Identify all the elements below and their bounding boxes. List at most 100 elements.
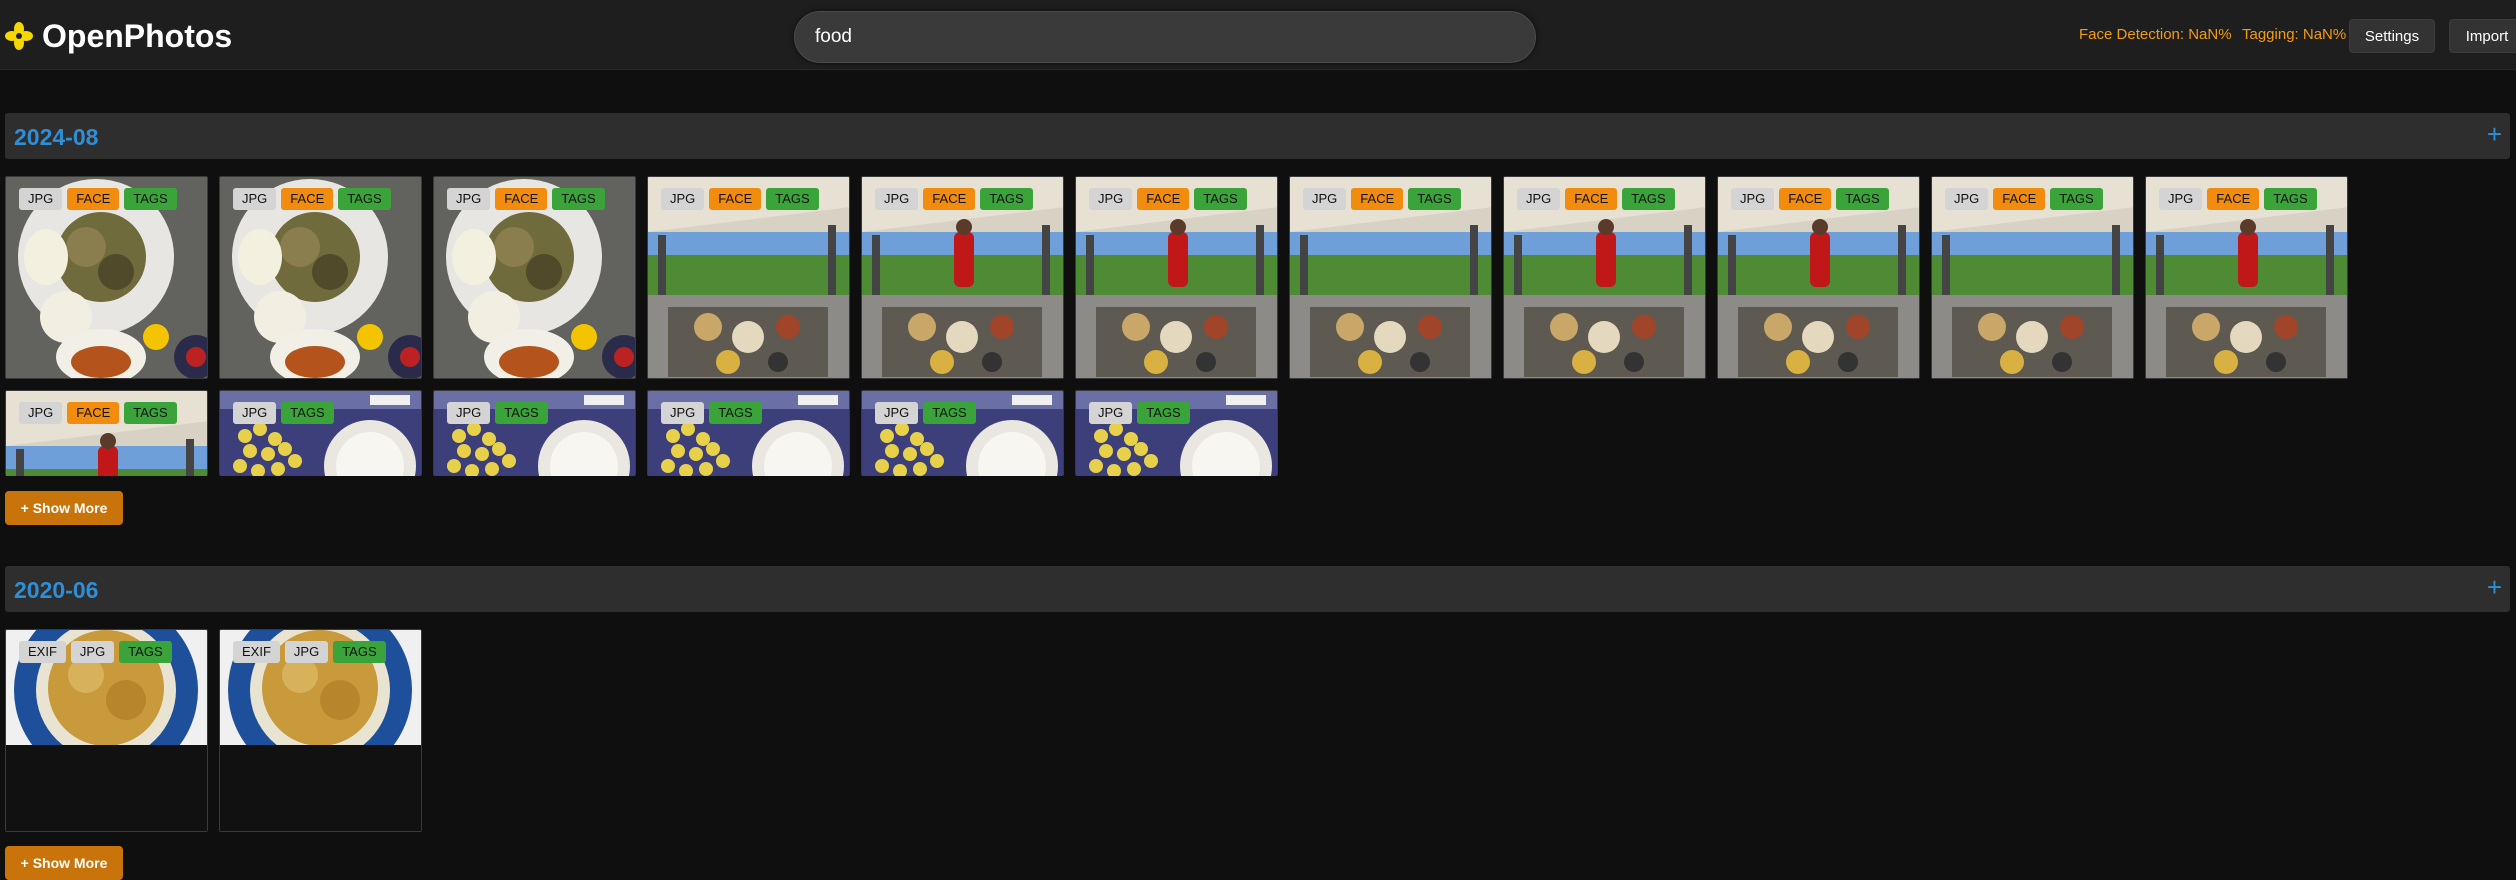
face-badge: FACE	[1565, 188, 1618, 210]
photo-badges: JPG FACE TAGS	[447, 188, 605, 210]
search-input[interactable]	[794, 11, 1536, 63]
jpg-badge: JPG	[1731, 188, 1775, 210]
app-title: OpenPhotos	[42, 17, 233, 54]
top-bar: OpenPhotos Face Detection: NaN% Tagging:…	[0, 0, 2516, 70]
logo-icon	[5, 22, 33, 50]
jpg-badge: JPG	[661, 402, 705, 424]
photo-thumbnail[interactable]: JPG TAGS	[647, 390, 850, 476]
face-badge: FACE	[923, 188, 976, 210]
jpg-badge: JPG	[1945, 188, 1989, 210]
section-title: 2020-06	[14, 577, 99, 603]
section-header-2024-08[interactable]: 2024-08 +	[5, 113, 2510, 159]
face-badge: FACE	[1137, 188, 1190, 210]
photo-badges: JPG TAGS	[233, 402, 334, 424]
jpg-badge: JPG	[233, 402, 277, 424]
photo-badges: JPG FACE TAGS	[233, 188, 391, 210]
photo-thumbnail[interactable]: EXIF JPG TAGS	[5, 629, 208, 832]
jpg-badge: JPG	[875, 188, 919, 210]
import-button[interactable]: Import	[2449, 19, 2516, 53]
face-badge: FACE	[495, 188, 548, 210]
photo-thumbnail[interactable]: JPG FACE TAGS	[5, 176, 208, 379]
tags-badge: TAGS	[1194, 188, 1247, 210]
expand-section-icon[interactable]: +	[2487, 121, 2502, 147]
jpg-badge: JPG	[875, 402, 919, 424]
photo-badges: JPG FACE TAGS	[1089, 188, 1247, 210]
jpg-badge: JPG	[1089, 402, 1133, 424]
face-badge: FACE	[67, 188, 120, 210]
jpg-badge: JPG	[1303, 188, 1347, 210]
photo-thumbnail[interactable]: JPG FACE TAGS	[219, 176, 422, 379]
jpg-badge: JPG	[2159, 188, 2203, 210]
tags-badge: TAGS	[1836, 188, 1889, 210]
settings-button[interactable]: Settings	[2349, 19, 2435, 53]
jpg-badge: JPG	[447, 402, 491, 424]
photo-badges: JPG TAGS	[661, 402, 762, 424]
photo-thumbnail[interactable]: JPG FACE TAGS	[647, 176, 850, 379]
photo-thumbnail[interactable]: JPG FACE TAGS	[861, 176, 1064, 379]
tags-badge: TAGS	[119, 641, 172, 663]
photo-thumbnail[interactable]: JPG TAGS	[861, 390, 1064, 476]
section-header-2020-06[interactable]: 2020-06 +	[5, 566, 2510, 612]
jpg-badge: JPG	[661, 188, 705, 210]
tags-badge: TAGS	[980, 188, 1033, 210]
tags-badge: TAGS	[1622, 188, 1675, 210]
tags-badge: TAGS	[2264, 188, 2317, 210]
tags-badge: TAGS	[766, 188, 819, 210]
photo-thumbnail[interactable]: JPG FACE TAGS	[433, 176, 636, 379]
face-badge: FACE	[709, 188, 762, 210]
show-more-button[interactable]: + Show More	[5, 491, 123, 525]
photo-badges: JPG FACE TAGS	[875, 188, 1033, 210]
jpg-badge: JPG	[70, 641, 115, 663]
tags-badge: TAGS	[124, 402, 177, 424]
jpg-badge: JPG	[19, 402, 63, 424]
tags-badge: TAGS	[338, 188, 391, 210]
photo-badges: JPG TAGS	[875, 402, 976, 424]
app-logo[interactable]: OpenPhotos	[4, 17, 232, 55]
photo-thumbnail[interactable]: EXIF JPG TAGS	[219, 629, 422, 832]
photo-thumbnail[interactable]: JPG FACE TAGS	[1717, 176, 1920, 379]
tags-badge: TAGS	[552, 188, 605, 210]
photo-thumbnail[interactable]: JPG FACE TAGS	[1075, 176, 1278, 379]
show-more-button[interactable]: + Show More	[5, 846, 123, 880]
photo-thumbnail[interactable]: JPG FACE TAGS	[1289, 176, 1492, 379]
jpg-badge: JPG	[233, 188, 277, 210]
photo-badges: JPG FACE TAGS	[1303, 188, 1461, 210]
face-badge: FACE	[1993, 188, 2046, 210]
photo-thumbnail[interactable]: JPG FACE TAGS	[2145, 176, 2348, 379]
photo-badges: JPG TAGS	[1089, 402, 1190, 424]
photo-badges: JPG FACE TAGS	[19, 402, 177, 424]
tags-badge: TAGS	[923, 402, 976, 424]
photo-thumbnail[interactable]: JPG FACE TAGS	[5, 390, 208, 476]
jpg-badge: JPG	[19, 188, 63, 210]
expand-section-icon[interactable]: +	[2487, 574, 2502, 600]
photo-thumbnail[interactable]: JPG FACE TAGS	[1931, 176, 2134, 379]
jpg-badge: JPG	[1517, 188, 1561, 210]
tagging-status: Tagging: NaN%	[2242, 26, 2347, 43]
photo-badges: JPG FACE TAGS	[1517, 188, 1675, 210]
photo-thumbnail[interactable]: JPG TAGS	[433, 390, 636, 476]
photo-badges: JPG FACE TAGS	[661, 188, 819, 210]
photo-badges: JPG FACE TAGS	[1731, 188, 1889, 210]
face-badge: FACE	[2207, 188, 2260, 210]
tags-badge: TAGS	[495, 402, 548, 424]
section-title: 2024-08	[14, 124, 99, 150]
photo-thumbnail[interactable]: JPG TAGS	[1075, 390, 1278, 476]
exif-badge: EXIF	[19, 641, 66, 663]
jpg-badge: JPG	[284, 641, 329, 663]
photo-badges: EXIF JPG TAGS	[19, 641, 172, 663]
photo-thumbnail[interactable]: JPG FACE TAGS	[1503, 176, 1706, 379]
tags-badge: TAGS	[124, 188, 177, 210]
face-badge: FACE	[67, 402, 120, 424]
tags-badge: TAGS	[1408, 188, 1461, 210]
photo-badges: EXIF JPG TAGS	[233, 641, 386, 663]
photo-badges: JPG FACE TAGS	[2159, 188, 2317, 210]
face-badge: FACE	[1779, 188, 1832, 210]
photo-thumbnail[interactable]: JPG TAGS	[219, 390, 422, 476]
photo-badges: JPG TAGS	[447, 402, 548, 424]
tags-badge: TAGS	[1137, 402, 1190, 424]
tags-badge: TAGS	[333, 641, 386, 663]
photo-badges: JPG FACE TAGS	[19, 188, 177, 210]
photo-badges: JPG FACE TAGS	[1945, 188, 2103, 210]
tags-badge: TAGS	[281, 402, 334, 424]
exif-badge: EXIF	[233, 641, 280, 663]
